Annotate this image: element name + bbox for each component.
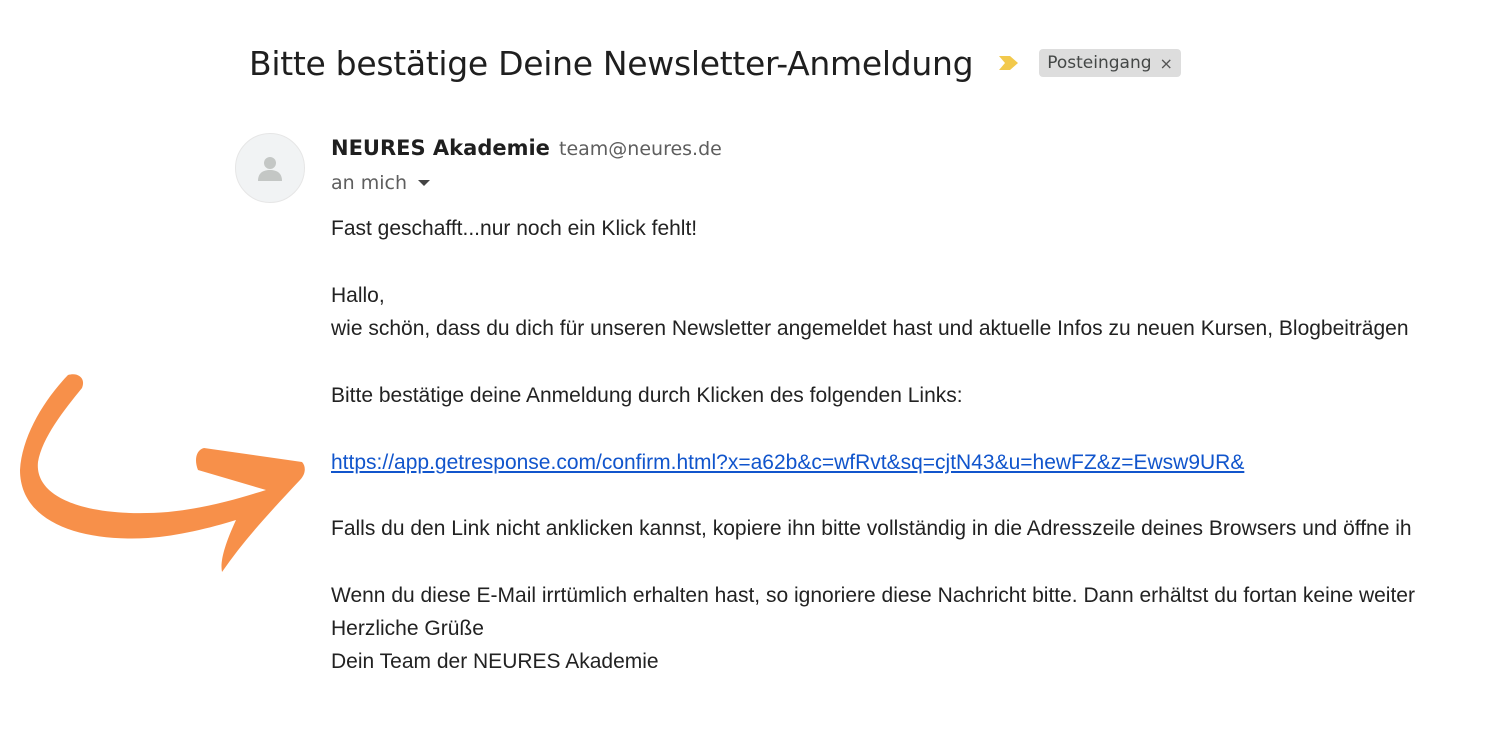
body-closing: Herzliche Grüße bbox=[331, 617, 484, 640]
person-icon bbox=[258, 157, 282, 181]
sender-avatar[interactable] bbox=[235, 133, 305, 203]
email-view: Bitte bestätige Deine Newsletter-Anmeldu… bbox=[0, 0, 1500, 750]
label-chip-text: Posteingang bbox=[1047, 53, 1152, 73]
importance-marker-icon[interactable] bbox=[997, 53, 1021, 73]
recipient-label: an mich bbox=[331, 172, 407, 194]
caret-down-icon[interactable] bbox=[418, 180, 430, 186]
body-fallback: Falls du den Link nicht anklicken kannst… bbox=[331, 517, 1412, 540]
body-instruction: Bitte bestätige deine Anmeldung durch Kl… bbox=[331, 384, 963, 407]
recipient-details-toggle[interactable]: an mich bbox=[331, 172, 430, 194]
confirm-link[interactable]: https://app.getresponse.com/confirm.html… bbox=[331, 451, 1244, 474]
body-intro: Fast geschafft...nur noch ein Klick fehl… bbox=[331, 217, 698, 240]
body-mistake: Wenn du diese E-Mail irrtümlich erhalten… bbox=[331, 584, 1415, 607]
body-greeting: Hallo, bbox=[331, 284, 385, 307]
body-signature: Dein Team der NEURES Akademie bbox=[331, 650, 659, 673]
body-line-1: wie schön, dass du dich für unseren News… bbox=[331, 317, 1409, 340]
sender-email: team@neures.de bbox=[559, 138, 722, 160]
sender-line: NEURES Akademie team@neures.de bbox=[331, 136, 722, 160]
subject-row: Bitte bestätige Deine Newsletter-Anmeldu… bbox=[249, 38, 1181, 88]
email-subject: Bitte bestätige Deine Newsletter-Anmeldu… bbox=[249, 43, 974, 83]
email-body: Fast geschafft...nur noch ein Klick fehl… bbox=[331, 215, 1471, 695]
label-chip-inbox[interactable]: Posteingang × bbox=[1039, 49, 1181, 77]
remove-label-icon[interactable]: × bbox=[1160, 54, 1173, 73]
sender-name[interactable]: NEURES Akademie bbox=[331, 136, 550, 160]
